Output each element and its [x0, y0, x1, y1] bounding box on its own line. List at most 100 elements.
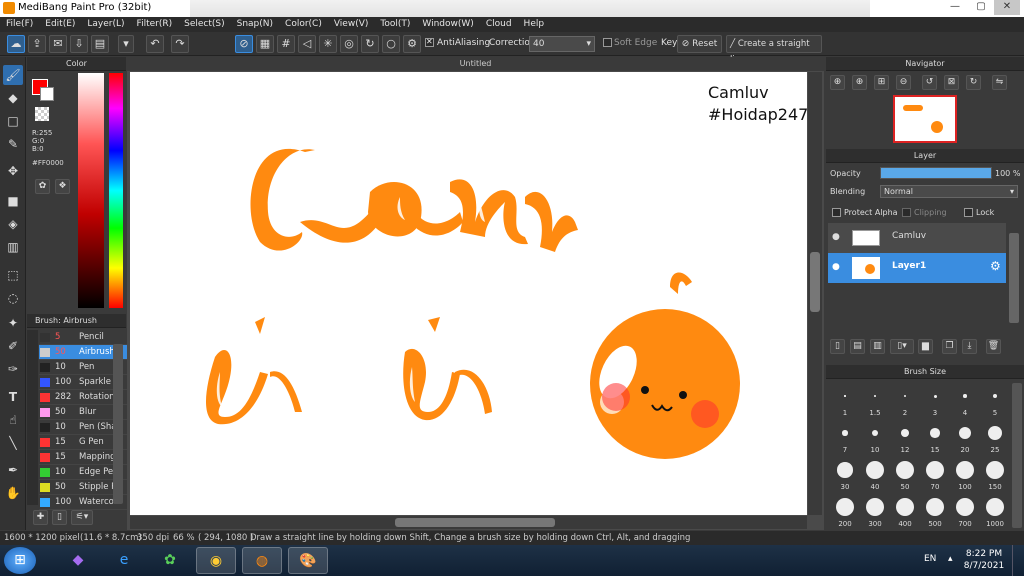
dot-tool-icon[interactable]: ✎ [3, 134, 23, 154]
brush-size-cell[interactable]: 50 [890, 457, 920, 491]
merge-down-icon[interactable]: ⤓ [962, 339, 977, 354]
brush-size-cell[interactable]: 15 [920, 420, 950, 454]
brush-size-cell[interactable]: 3 [920, 383, 950, 417]
reset-button[interactable]: ⊘ Reset [677, 35, 722, 53]
tray-chevron-icon[interactable]: ▴ [948, 554, 953, 564]
menu-view[interactable]: View(V) [328, 17, 375, 32]
blending-select[interactable]: Normal ▾ [880, 185, 1018, 198]
fill-rect-tool-icon[interactable]: ■ [3, 191, 23, 211]
brush-row[interactable]: 5 Pencil [39, 330, 135, 345]
select-pen-icon[interactable]: ✐ [3, 336, 23, 356]
select-rect-icon[interactable]: ⬚ [3, 265, 23, 285]
new-layer-icon[interactable]: ▯ [830, 339, 845, 354]
magic-wand-icon[interactable]: ✦ [3, 313, 23, 333]
brush-size-cell[interactable]: 10 [860, 420, 890, 454]
menu-color[interactable]: Color(C) [279, 17, 328, 32]
eye-icon[interactable]: ● [832, 232, 840, 242]
gradient-tool-icon[interactable]: ▥ [3, 237, 23, 257]
opacity-slider[interactable] [880, 167, 992, 179]
paint-icon[interactable]: 🎨 [288, 547, 328, 574]
folder-icon[interactable]: ▆ [918, 339, 933, 354]
parallel-snap-icon[interactable]: ▦ [256, 35, 274, 53]
brush-size-cell[interactable]: 12 [890, 420, 920, 454]
menu-filter[interactable]: Filter(R) [131, 17, 179, 32]
dropdown-chevron-icon[interactable]: ▾ [118, 35, 134, 53]
brush-size-cell[interactable]: 25 [980, 420, 1010, 454]
document-icon[interactable]: ▤ [91, 35, 109, 53]
menu-tool[interactable]: Tool(T) [374, 17, 416, 32]
redo-icon[interactable]: ↷ [171, 35, 189, 53]
perspective-snap-icon[interactable]: ◁ [298, 35, 316, 53]
start-button-icon[interactable]: ⊞ [4, 547, 36, 574]
brush-size-cell[interactable]: 7 [830, 420, 860, 454]
brush-size-cell[interactable]: 2 [890, 383, 920, 417]
text-tool-icon[interactable]: T [3, 387, 23, 407]
reset-view-icon[interactable]: ⊠ [944, 75, 959, 90]
brush-size-cell[interactable]: 150 [980, 457, 1010, 491]
brush-size-cell[interactable]: 1 [830, 383, 860, 417]
brush-size-cell[interactable]: 40 [860, 457, 890, 491]
chrome-icon[interactable]: ◉ [196, 547, 236, 574]
clock[interactable]: 8:22 PM 8/7/2021 [962, 548, 1006, 572]
brush-size-cell[interactable]: 70 [920, 457, 950, 491]
new-brush-icon[interactable]: ▯ [52, 510, 67, 525]
flip-icon[interactable]: ⇋ [992, 75, 1007, 90]
maximize-button[interactable]: ▢ [968, 0, 994, 15]
layer-list-scrollbar[interactable] [1009, 233, 1019, 323]
lasso-tool-icon[interactable]: ◌ [3, 288, 23, 308]
saturation-bar[interactable] [78, 73, 104, 308]
menu-edit[interactable]: Edit(E) [39, 17, 81, 32]
curve-snap-icon[interactable]: ↻ [361, 35, 379, 53]
brush-size-cell[interactable]: 30 [830, 457, 860, 491]
menu-select[interactable]: Select(S) [178, 17, 231, 32]
undo-icon[interactable]: ↶ [146, 35, 164, 53]
protect-alpha-checkbox[interactable] [832, 208, 841, 217]
brush-size-cell[interactable]: 5 [980, 383, 1010, 417]
bucket-tool-icon[interactable]: ◈ [3, 214, 23, 234]
soft-edge-checkbox[interactable] [603, 38, 612, 47]
operation-tool-icon[interactable]: ☝ [3, 410, 23, 430]
menu-layer[interactable]: Layer(L) [81, 17, 130, 32]
layer-row-layer1[interactable]: ● Layer1 ⚙ [828, 253, 1006, 283]
brush-size-cell[interactable]: 1.5 [860, 383, 890, 417]
app-green-icon[interactable]: ✿ [150, 547, 190, 574]
rotate-left-icon[interactable]: ↺ [922, 75, 937, 90]
menu-help[interactable]: Help [518, 17, 551, 32]
vertical-scroll-thumb[interactable] [810, 252, 820, 312]
canvas-tab[interactable]: Untitled [127, 57, 824, 71]
canvas-horizontal-scrollbar[interactable] [130, 516, 807, 529]
close-button[interactable]: ✕ [994, 0, 1020, 15]
horizontal-scroll-thumb[interactable] [395, 518, 555, 527]
canvas-vertical-scrollbar[interactable] [808, 72, 822, 515]
menu-snap[interactable]: Snap(N) [231, 17, 279, 32]
layer-settings-gear-icon[interactable]: ⚙ [990, 259, 1001, 273]
zoom-out-icon[interactable]: ⊖ [896, 75, 911, 90]
brush-size-cell[interactable]: 200 [830, 494, 860, 528]
brush-menu-icon[interactable]: ⚟▾ [71, 510, 93, 525]
no-snap-icon[interactable]: ⊘ [235, 35, 253, 53]
brush-size-scrollbar[interactable] [1012, 383, 1022, 528]
navigator-thumbnail[interactable] [893, 95, 957, 143]
palette-icon[interactable]: ✿ [35, 179, 50, 194]
straight-line-button[interactable]: ╱ Create a straight line [726, 35, 822, 65]
divide-tool-icon[interactable]: ╲ [3, 433, 23, 453]
brush-size-cell[interactable]: 4 [950, 383, 980, 417]
menu-cloud[interactable]: Cloud [480, 17, 518, 32]
brush-tool-icon[interactable]: 🖌 [3, 65, 23, 85]
language-indicator[interactable]: EN [924, 554, 936, 564]
brush-size-cell[interactable]: 700 [950, 494, 980, 528]
correction-select[interactable]: 40 ▾ [529, 36, 595, 52]
new-layer-8bit-icon[interactable]: ▤ [850, 339, 865, 354]
eyedropper-tool-icon[interactable]: ✒ [3, 460, 23, 480]
menu-window[interactable]: Window(W) [416, 17, 479, 32]
artboard[interactable]: Camluv #Hoidap247 [130, 72, 807, 515]
zoom-in-alt-icon[interactable]: ⊕ [852, 75, 867, 90]
brush-size-cell[interactable]: 400 [890, 494, 920, 528]
move-tool-icon[interactable]: ✥ [3, 161, 23, 181]
show-desktop-button[interactable] [1012, 545, 1024, 576]
brush-size-cell[interactable]: 300 [860, 494, 890, 528]
rotate-right-icon[interactable]: ↻ [966, 75, 981, 90]
hand-tool-icon[interactable]: ✋ [3, 483, 23, 503]
add-brush-icon[interactable]: ✚ [33, 510, 48, 525]
lock-checkbox[interactable] [964, 208, 973, 217]
